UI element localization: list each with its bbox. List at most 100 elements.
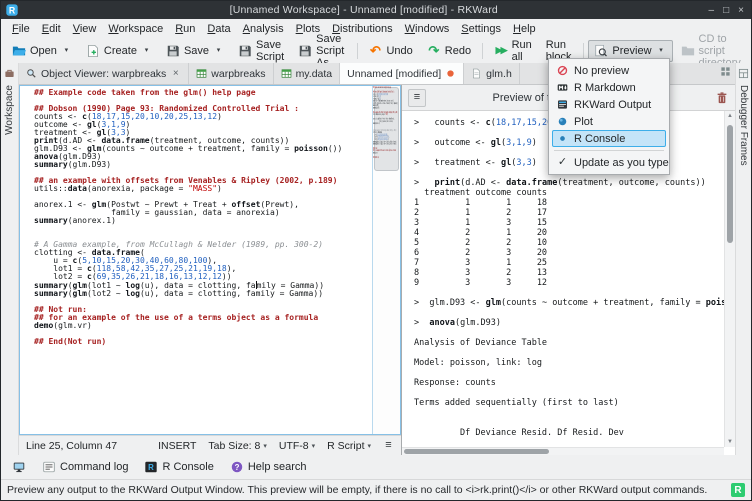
help-search-button[interactable]: ?Help search bbox=[226, 458, 311, 476]
open-button[interactable]: Open ▾ bbox=[6, 40, 78, 62]
titlebar: R [Unnamed Workspace] - Unnamed [modifie… bbox=[1, 1, 751, 19]
preview-button-label: Preview bbox=[612, 45, 651, 57]
folder-open-icon bbox=[12, 44, 26, 58]
toolview-workspace[interactable]: Workspace bbox=[4, 85, 15, 135]
toolbar-separator bbox=[583, 43, 584, 59]
rkward-output-icon bbox=[557, 99, 568, 110]
folder-gray-icon bbox=[681, 44, 695, 58]
tab-object-viewer-warpbreaks[interactable]: Object Viewer: warpbreaks× bbox=[19, 63, 189, 84]
command-log-button[interactable]: Command log bbox=[38, 458, 132, 476]
command-log-button-label: Command log bbox=[60, 461, 128, 473]
menu-item-plot[interactable]: Plot bbox=[552, 113, 666, 130]
menubar: FileEditViewWorkspaceRunDataAnalysisPlot… bbox=[1, 19, 751, 38]
menu-item-label: R Markdown bbox=[574, 82, 636, 94]
menu-analysis[interactable]: Analysis bbox=[237, 21, 290, 37]
toolview-debugger-frames[interactable]: Debugger Frames bbox=[738, 85, 749, 166]
menu-run[interactable]: Run bbox=[169, 21, 201, 37]
save-icon bbox=[166, 44, 180, 58]
menu-workspace[interactable]: Workspace bbox=[102, 21, 169, 37]
tab-warpbreaks[interactable]: warpbreaks bbox=[189, 63, 273, 84]
modified-icon[interactable] bbox=[445, 68, 456, 79]
debugger-frames-icon bbox=[738, 68, 749, 79]
window-minimize-button[interactable]: – bbox=[709, 5, 715, 16]
scroll-up-icon[interactable]: ▲ bbox=[727, 113, 733, 119]
hamburger-icon: ≡ bbox=[412, 92, 423, 103]
chevron-down-icon: ▾ bbox=[213, 45, 224, 56]
script-editor[interactable]: ## Example code taken from the glm() hel… bbox=[20, 86, 372, 434]
redo-button[interactable]: ↷ Redo bbox=[421, 40, 477, 62]
preview-dropdown-menu: No preview R Markdown RKWard OutputPlot R C… bbox=[548, 58, 670, 175]
menu-item-rkward-output[interactable]: RKWard Output bbox=[552, 96, 666, 113]
redo-button-label: Redo bbox=[445, 45, 471, 57]
window-maximize-button[interactable]: □ bbox=[723, 5, 729, 16]
preview-menu-button[interactable]: ≡ bbox=[408, 89, 426, 107]
input-mode[interactable]: INSERT bbox=[158, 440, 196, 452]
editor-statusbar: Line 25, Column 47 INSERT Tab Size: 8 UT… bbox=[19, 435, 401, 455]
menu-windows[interactable]: Windows bbox=[399, 21, 456, 37]
command-log-icon bbox=[42, 460, 56, 474]
horizontal-scrollbar[interactable] bbox=[402, 447, 724, 455]
menu-item-r-markdown[interactable]: R Markdown bbox=[552, 79, 666, 96]
run-all-button-label: Run all bbox=[512, 39, 532, 63]
right-dock-strip: Debugger Frames bbox=[735, 63, 751, 455]
left-dock-strip: Workspace bbox=[1, 63, 19, 455]
document-icon bbox=[471, 68, 482, 79]
menu-view[interactable]: View bbox=[67, 21, 103, 37]
save-button[interactable]: Save▾ bbox=[160, 40, 230, 62]
editor-settings-icon[interactable]: ≡ bbox=[383, 440, 394, 451]
tab-label: my.data bbox=[296, 68, 333, 80]
rkward-logo-icon: R bbox=[5, 3, 19, 17]
menu-file[interactable]: File bbox=[6, 21, 36, 37]
vertical-scrollbar-handle[interactable] bbox=[727, 125, 733, 243]
split-view-button[interactable] bbox=[720, 66, 731, 77]
scroll-down-icon[interactable]: ▼ bbox=[727, 439, 733, 445]
trash-icon[interactable] bbox=[715, 91, 729, 105]
cd-to-script-directory-button: CD to script directory bbox=[675, 40, 751, 62]
menu-settings[interactable]: Settings bbox=[455, 21, 507, 37]
run-all-button[interactable]: ▶▶ Run all bbox=[488, 40, 538, 62]
menu-item-update-as-you-type[interactable]: ✓ Update as you type bbox=[552, 154, 666, 171]
menu-item-r-console[interactable]: R Console bbox=[552, 130, 666, 147]
window-close-button[interactable]: × bbox=[738, 5, 744, 16]
save-script-as-button[interactable]: Save Script As bbox=[292, 40, 352, 62]
tab-my-data[interactable]: my.data bbox=[274, 63, 341, 84]
run-all-icon: ▶▶ bbox=[494, 44, 508, 58]
statusbar: Preview any output to the RKWard Output … bbox=[1, 479, 751, 500]
r-console-button[interactable]: RR Console bbox=[140, 458, 217, 476]
tab-unnamed-modified[interactable]: Unnamed [modified] bbox=[340, 63, 464, 84]
toolview-button[interactable] bbox=[8, 458, 30, 476]
document-new-icon bbox=[86, 44, 100, 58]
save-script-button[interactable]: Save Script bbox=[232, 40, 290, 62]
menu-item-label: R Console bbox=[574, 133, 625, 145]
menu-help[interactable]: Help bbox=[507, 21, 542, 37]
bottom-toolview-bar: Command log RR Console ?Help search bbox=[1, 455, 751, 479]
tab-label: glm.h bbox=[486, 68, 512, 80]
create-button-label: Create bbox=[104, 45, 137, 57]
check-icon: ✓ bbox=[557, 157, 568, 168]
svg-text:R: R bbox=[9, 6, 16, 16]
create-button[interactable]: Create▾ bbox=[80, 40, 158, 62]
horizontal-scrollbar-handle[interactable] bbox=[404, 449, 549, 454]
chevron-down-icon: ▾ bbox=[61, 45, 72, 56]
encoding-select[interactable]: UTF-8 bbox=[279, 440, 315, 452]
menu-item-label: Update as you type bbox=[574, 157, 669, 169]
window-title: [Unnamed Workspace] - Unnamed [modified]… bbox=[19, 4, 709, 16]
chevron-down-icon: ▾ bbox=[656, 45, 667, 56]
filetype-select[interactable]: R Script bbox=[327, 440, 371, 452]
no-preview-icon bbox=[557, 65, 568, 76]
menu-item-no-preview[interactable]: No preview bbox=[552, 62, 666, 79]
editor-minimap[interactable]: ## Example code taken from the glm() hel… bbox=[372, 86, 400, 434]
undo-button-label: Undo bbox=[386, 45, 412, 57]
r-console-icon: R bbox=[144, 460, 158, 474]
tab-label: warpbreaks bbox=[211, 68, 265, 80]
menu-data[interactable]: Data bbox=[201, 21, 236, 37]
redo-icon: ↷ bbox=[427, 44, 441, 58]
menu-edit[interactable]: Edit bbox=[36, 21, 67, 37]
tab-glm-h[interactable]: glm.h bbox=[464, 63, 520, 84]
tab-size-select[interactable]: Tab Size: 8 bbox=[208, 440, 266, 452]
minimap-slider[interactable] bbox=[374, 87, 399, 171]
toolbar-separator bbox=[482, 43, 483, 59]
undo-button[interactable]: ↶Undo bbox=[362, 40, 418, 62]
close-icon[interactable]: × bbox=[170, 68, 181, 79]
open-button-label: Open bbox=[30, 45, 57, 57]
